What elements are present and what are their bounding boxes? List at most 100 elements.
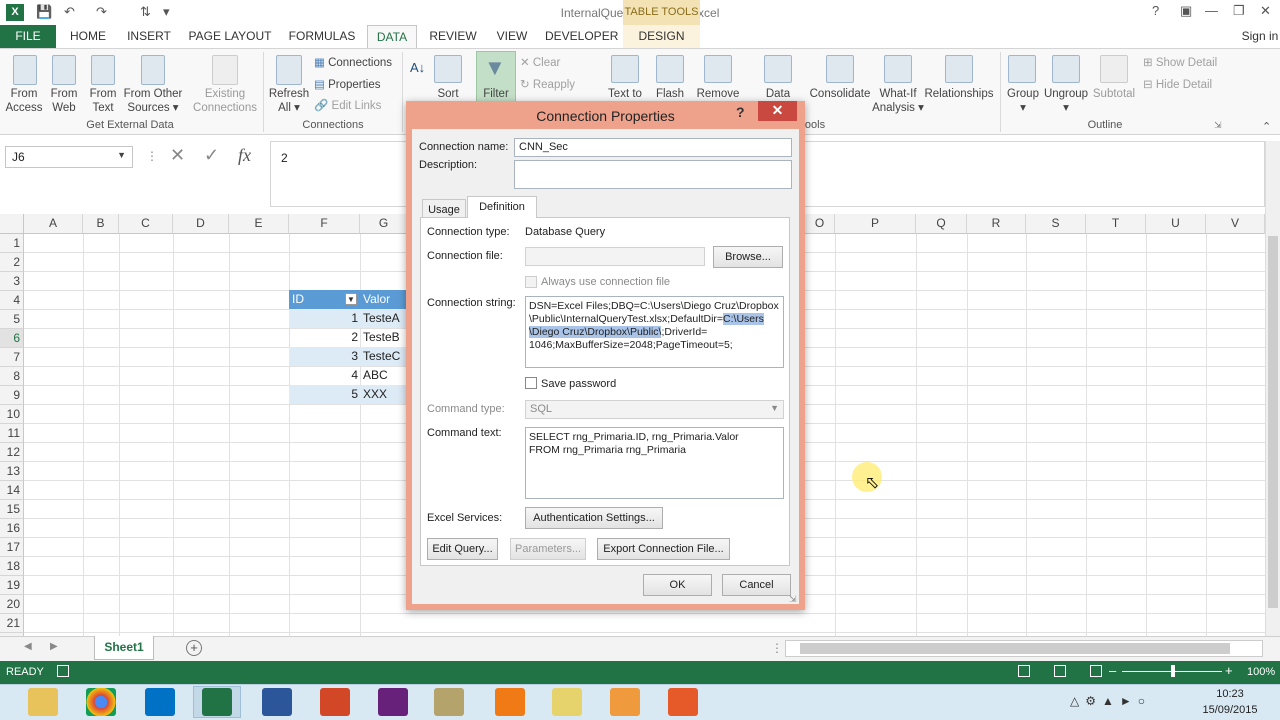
tab-definition[interactable]: Definition [467,196,537,218]
media-player-icon[interactable] [610,688,640,716]
zoom-in-icon[interactable]: + [1225,663,1233,678]
table-cell[interactable]: 5 [289,385,358,404]
row-header[interactable]: 3 [0,272,24,291]
column-header[interactable]: A [24,214,83,234]
page-layout-view-icon[interactable] [1054,665,1066,677]
row-header[interactable]: 14 [0,481,24,500]
browse-button[interactable]: Browse... [713,246,783,268]
row-header[interactable]: 2 [0,253,24,272]
tab-developer[interactable]: DEVELOPER [545,25,618,48]
cancel-formula-icon[interactable]: ✕ [170,145,185,166]
name-box[interactable]: J6 ▼ [5,146,133,168]
row-header[interactable]: 9 [0,386,24,405]
row-header[interactable]: 19 [0,576,24,595]
file-explorer-icon[interactable] [28,688,58,716]
column-header[interactable]: D [173,214,229,234]
powerpoint-icon[interactable] [320,688,350,716]
outlook-icon[interactable] [145,688,175,716]
column-header[interactable]: O [805,214,835,234]
row-header[interactable]: 16 [0,519,24,538]
chrome-icon[interactable] [86,688,116,716]
column-header[interactable]: F [289,214,360,234]
sort-qat-icon[interactable]: ⇅ [140,4,151,21]
edit-query-button[interactable]: Edit Query... [427,538,498,560]
from-text-button[interactable]: From Text [83,87,123,115]
row-header[interactable]: 8 [0,367,24,386]
tab-page-layout[interactable]: PAGE LAYOUT [187,25,273,48]
table-cell[interactable]: 2 [289,328,358,347]
dialog-launcher-icon[interactable]: ⇲ [1214,120,1222,131]
screen-recorder-icon[interactable] [668,688,698,716]
system-tray-icons[interactable]: △⚙▲►○ [1070,694,1151,708]
insert-function-icon[interactable]: fx [238,145,251,166]
parameters-button[interactable]: Parameters... [510,538,586,560]
vertical-scroll-thumb[interactable] [1268,236,1278,608]
description-field[interactable] [514,160,792,189]
normal-view-icon[interactable] [1018,665,1030,677]
dialog-title-bar[interactable]: Connection Properties [406,101,805,129]
scroll-sheets-left-icon[interactable]: ◀ [24,641,32,652]
visual-studio-icon[interactable] [378,688,408,716]
sign-in-link[interactable]: Sign in [1240,25,1280,48]
ok-button[interactable]: OK [643,574,712,596]
tab-file[interactable]: FILE [0,25,56,48]
row-header[interactable]: 6 [0,329,24,348]
undo-icon[interactable]: ↶ [64,4,75,21]
split-handle-icon[interactable]: ⋮ [771,641,783,655]
word-icon[interactable] [262,688,292,716]
zoom-slider-thumb[interactable] [1171,665,1175,677]
from-access-button[interactable]: From Access [2,87,46,115]
table-cell[interactable]: TesteA [363,309,400,328]
row-header[interactable]: 7 [0,348,24,367]
row-header[interactable]: 5 [0,310,24,329]
table-cell[interactable]: TesteC [363,347,400,366]
column-header[interactable]: Q [916,214,967,234]
redo-icon[interactable]: ↷ [96,4,107,21]
macro-record-icon[interactable] [57,665,69,677]
reapply-button[interactable]: ↻ Reapply [520,77,575,91]
row-header[interactable]: 4 [0,291,24,310]
zoom-level[interactable]: 100% [1247,666,1275,678]
tab-usage[interactable]: Usage [422,199,466,218]
table-cell[interactable]: 1 [289,309,358,328]
clock-date[interactable]: 15/09/2015 [1196,704,1264,716]
tab-insert[interactable]: INSERT [124,25,174,48]
collapse-ribbon-icon[interactable]: ⌃ [1262,120,1271,133]
row-header[interactable]: 17 [0,538,24,557]
tab-formulas[interactable]: FORMULAS [287,25,357,48]
column-header[interactable]: C [119,214,173,234]
resize-grip-icon[interactable]: ⇲ [789,594,797,605]
edit-links-button[interactable]: 🔗 Edit Links [314,98,381,112]
help-icon[interactable]: ? [1152,3,1159,18]
show-detail-button[interactable]: ⊞ Show Detail [1143,55,1217,69]
row-header[interactable]: 13 [0,462,24,481]
from-web-button[interactable]: From Web [44,87,84,115]
pdf-app-icon[interactable] [495,688,525,716]
close-window-icon[interactable]: ✕ [1260,3,1271,19]
command-text-textarea[interactable]: SELECT rng_Primaria.ID, rng_Primaria.Val… [525,427,784,499]
text-to-columns-button[interactable]: Text to [602,87,648,101]
cancel-button[interactable]: Cancel [722,574,791,596]
tab-data[interactable]: DATA [367,25,417,48]
data-validation-button[interactable]: Data [758,87,798,101]
select-all-corner[interactable] [0,214,24,234]
tab-design[interactable]: DESIGN [623,25,700,48]
column-header[interactable]: V [1206,214,1265,234]
group-button[interactable]: Group ▾ [1004,87,1042,115]
row-header[interactable]: 18 [0,557,24,576]
consolidate-button[interactable]: Consolidate [806,87,874,101]
tools-icon[interactable] [434,688,464,716]
hide-detail-button[interactable]: ⊟ Hide Detail [1143,77,1212,91]
excel-icon[interactable] [202,688,232,716]
minimize-icon[interactable]: — [1205,3,1218,18]
table-header-id[interactable]: ID [292,290,304,309]
row-header[interactable]: 11 [0,424,24,443]
dialog-help-icon[interactable]: ? [736,104,745,120]
relationships-button[interactable]: Relationships [924,87,994,101]
tab-home[interactable]: HOME [66,25,110,48]
notes-icon[interactable] [552,688,582,716]
column-header[interactable]: E [229,214,289,234]
command-type-select[interactable]: SQL ▼ [525,400,784,419]
dialog-close-icon[interactable]: ✕ [758,101,797,121]
table-cell[interactable]: 4 [289,366,358,385]
